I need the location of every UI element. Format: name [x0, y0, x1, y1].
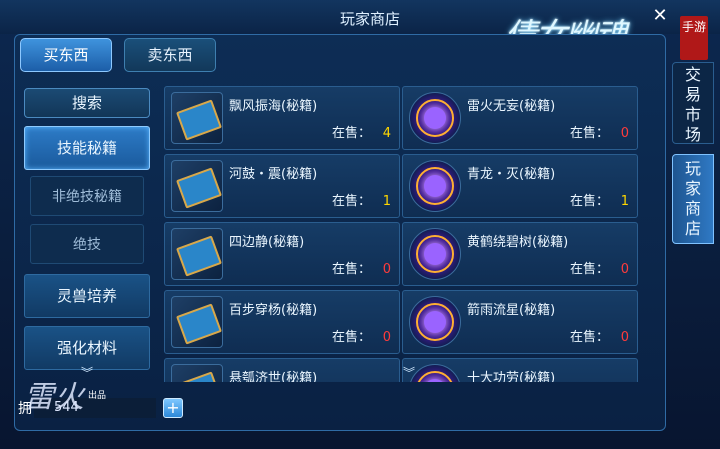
- item-name: 悬瓠济世(秘籍): [229, 371, 318, 382]
- subcategory-ultimate[interactable]: 绝技: [30, 224, 144, 264]
- subcategory-non-ultimate[interactable]: 非绝技秘籍: [30, 176, 144, 216]
- item-stock: 在售： 0: [569, 126, 629, 141]
- item-card[interactable]: 黄鹤绕碧树(秘籍) 在售： 0: [402, 222, 638, 286]
- item-name: 箭雨流星(秘籍): [467, 303, 556, 318]
- item-grid: 飘风振海(秘籍) 在售： 4 雷火无妄(秘籍) 在售： 0 河鼓・震(秘籍) 在售：…: [160, 86, 638, 382]
- stock-count: 0: [620, 262, 629, 277]
- item-stock: 在售： 1: [569, 194, 629, 209]
- item-card[interactable]: 十大功劳(秘籍): [402, 358, 638, 382]
- item-card[interactable]: 青龙・灭(秘籍) 在售： 1: [402, 154, 638, 218]
- skill-book-icon: [171, 364, 223, 382]
- skill-orb-icon: [409, 160, 461, 212]
- tab-buy[interactable]: 买东西: [20, 38, 112, 72]
- item-stock: 在售： 1: [331, 194, 391, 209]
- search-button[interactable]: 搜索: [24, 88, 150, 118]
- stock-count: 4: [382, 126, 391, 141]
- mobile-game-badge: 手游: [680, 16, 708, 60]
- skill-book-icon: [171, 160, 223, 212]
- page-title: 玩家商店: [339, 10, 400, 28]
- item-name: 飘风振海(秘籍): [229, 99, 318, 114]
- stock-count: 0: [620, 126, 629, 141]
- side-tab-player-shop[interactable]: 玩家商店: [672, 154, 714, 244]
- item-name: 青龙・灭(秘籍): [467, 167, 556, 182]
- publisher-watermark-sub: 出品: [88, 391, 107, 401]
- stock-count: 0: [620, 330, 629, 345]
- skill-orb-icon: [409, 228, 461, 280]
- skill-book-icon: [171, 228, 223, 280]
- close-icon[interactable]: ✕: [650, 6, 670, 26]
- side-tab-trade-market[interactable]: 交易市场: [672, 62, 714, 144]
- item-card[interactable]: 百步穿杨(秘籍) 在售： 0: [164, 290, 400, 354]
- item-stock: 在售： 0: [331, 330, 391, 345]
- skill-orb-icon: [409, 296, 461, 348]
- item-name: 十大功劳(秘籍): [467, 371, 556, 382]
- item-stock: 在售： 0: [569, 262, 629, 277]
- item-card[interactable]: 飘风振海(秘籍) 在售： 4: [164, 86, 400, 150]
- item-name: 河鼓・震(秘籍): [229, 167, 318, 182]
- item-name: 四边静(秘籍): [229, 235, 305, 250]
- category-pet-training[interactable]: 灵兽培养: [24, 274, 150, 318]
- stock-count: 0: [382, 330, 391, 345]
- item-name: 百步穿杨(秘籍): [229, 303, 318, 318]
- skill-book-icon: [171, 296, 223, 348]
- item-card[interactable]: 箭雨流星(秘籍) 在售： 0: [402, 290, 638, 354]
- item-stock: 在售： 4: [331, 126, 391, 141]
- player-shop-screen: 玩家商店 倩女幽魂 ✕ 手游 买东西 卖东西 搜索 技能秘籍 非绝技秘籍 绝技 …: [0, 0, 720, 449]
- item-card[interactable]: 四边静(秘籍) 在售： 0: [164, 222, 400, 286]
- item-name: 黄鹤绕碧树(秘籍): [467, 235, 569, 250]
- item-card[interactable]: 雷火无妄(秘籍) 在售： 0: [402, 86, 638, 150]
- publisher-watermark: 雷火: [24, 380, 84, 415]
- skill-orb-icon: [409, 92, 461, 144]
- category-skill-books[interactable]: 技能秘籍: [24, 126, 150, 170]
- stock-count: 1: [620, 194, 629, 209]
- tab-sell[interactable]: 卖东西: [124, 38, 216, 72]
- item-stock: 在售： 0: [569, 330, 629, 345]
- add-currency-button[interactable]: +: [163, 398, 183, 418]
- item-stock: 在售： 0: [331, 262, 391, 277]
- item-card[interactable]: 悬瓠济世(秘籍): [164, 358, 400, 382]
- skill-book-icon: [171, 92, 223, 144]
- stock-count: 0: [382, 262, 391, 277]
- item-card[interactable]: 河鼓・震(秘籍) 在售： 1: [164, 154, 400, 218]
- item-name: 雷火无妄(秘籍): [467, 99, 556, 114]
- stock-count: 1: [382, 194, 391, 209]
- grid-scroll-down-icon[interactable]: ︾: [403, 364, 423, 380]
